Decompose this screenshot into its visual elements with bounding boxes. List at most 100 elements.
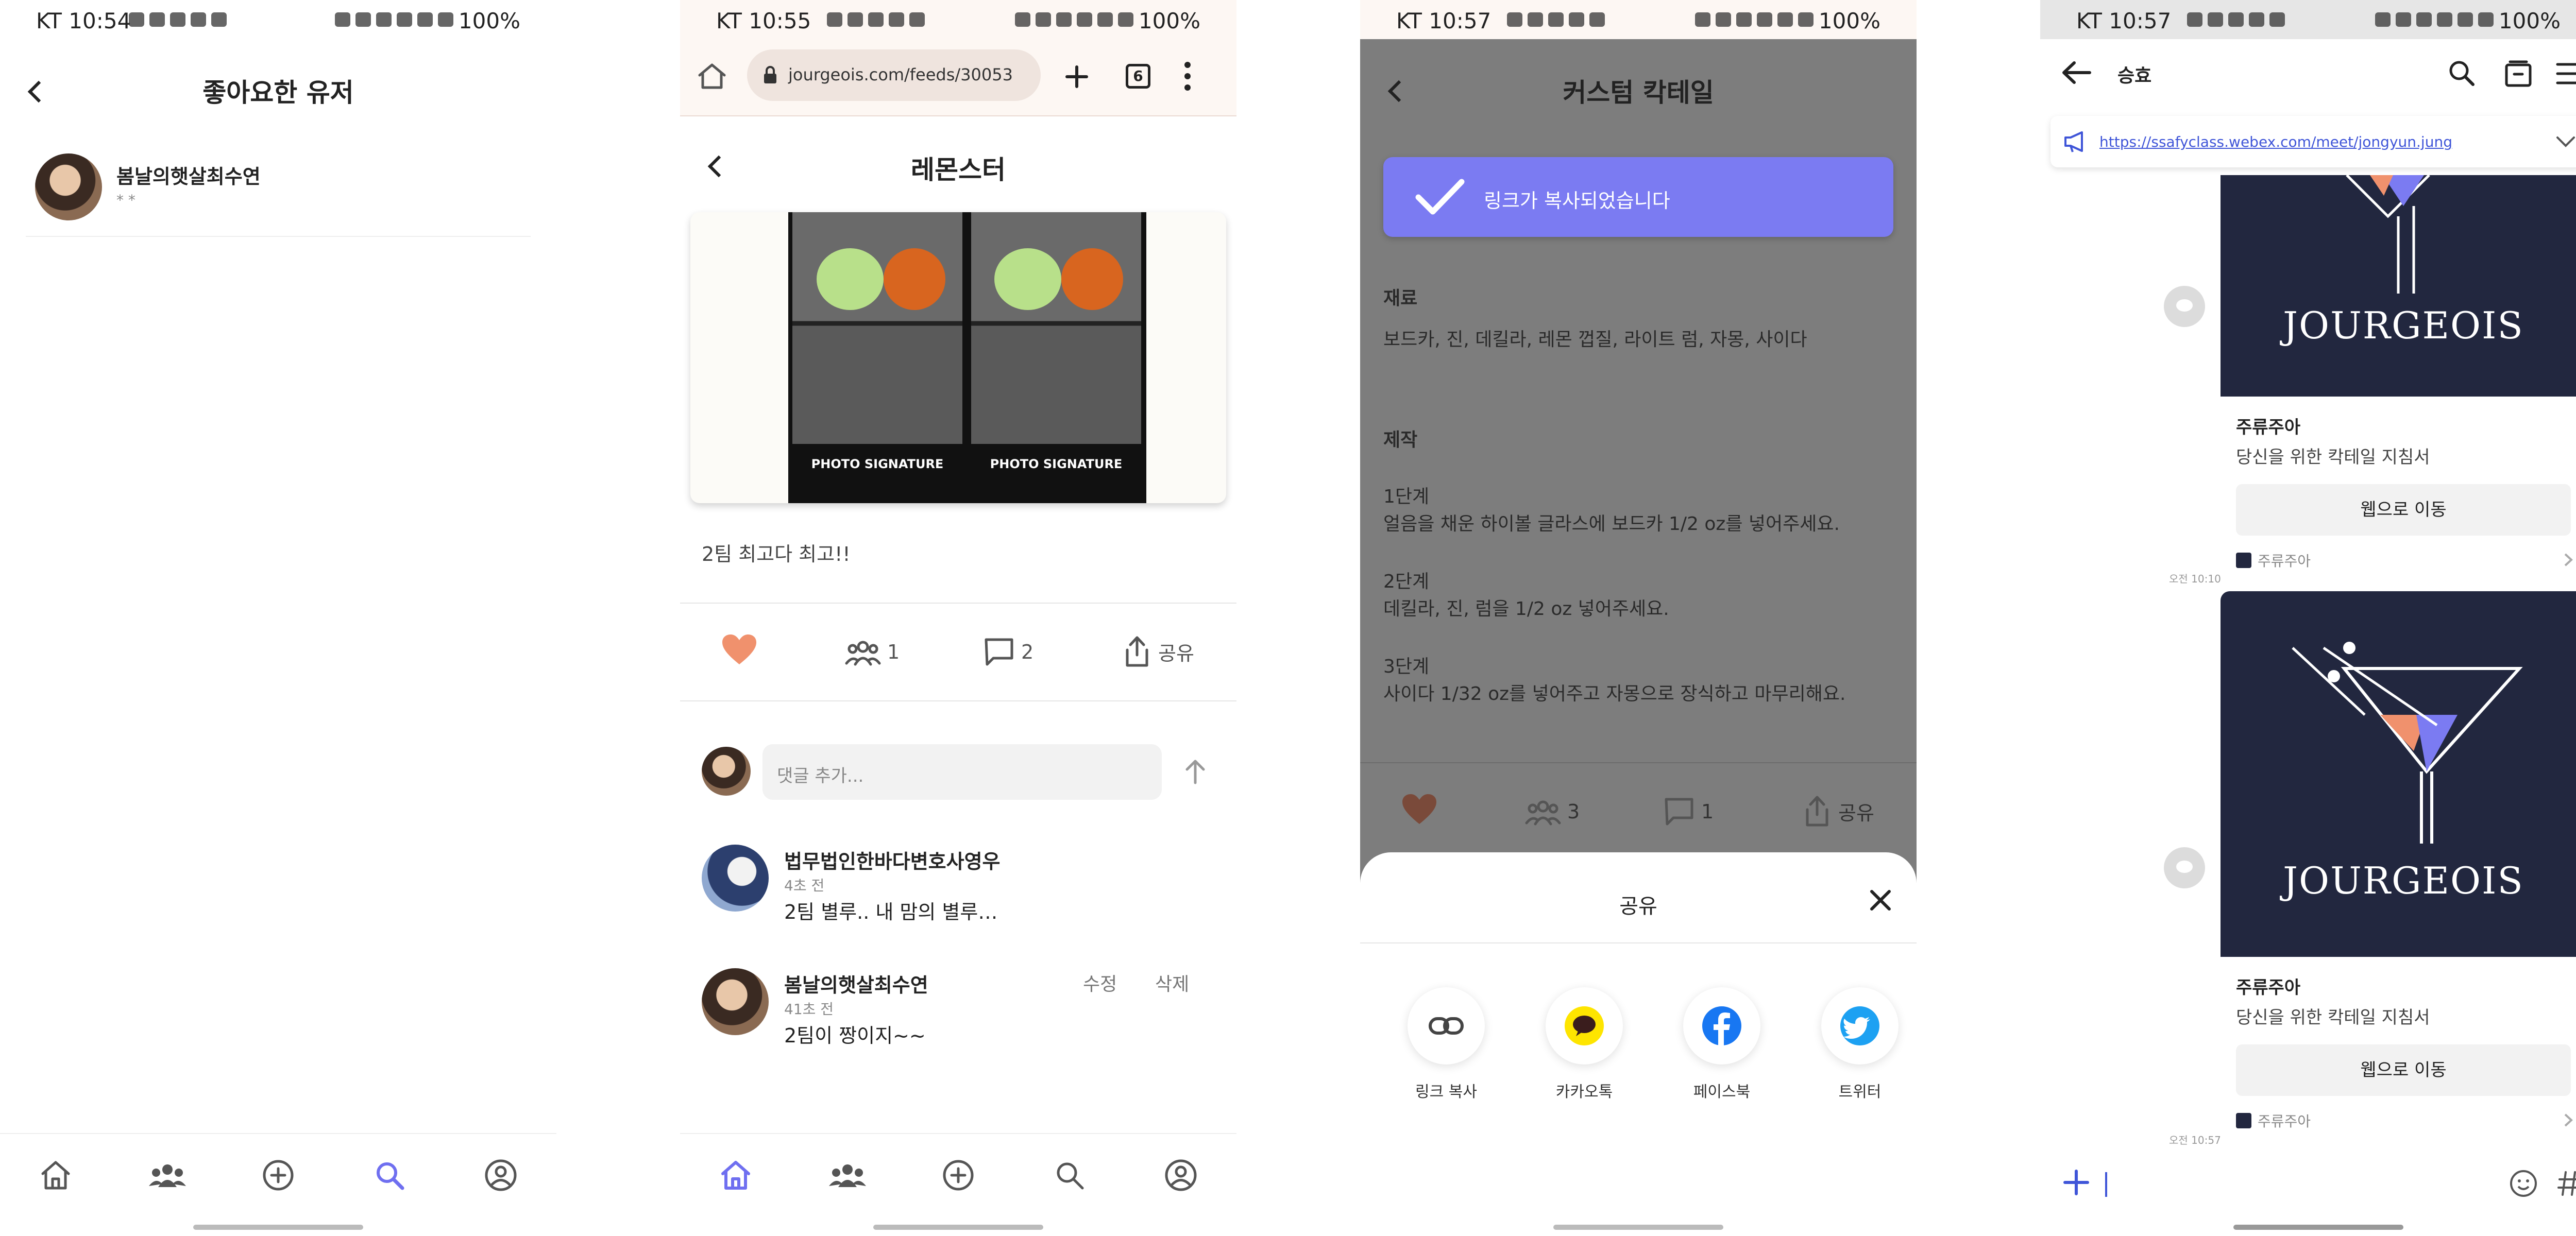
comment-delete-button[interactable]: 삭제 [1155,969,1189,996]
chat-title: 승효 [2117,65,2152,87]
more-menu-icon[interactable] [1182,60,1193,95]
profile-icon[interactable] [480,1155,521,1196]
gesture-bar [1553,1225,1723,1230]
avatar [702,968,769,1035]
cocktail-glass-icon [2346,175,2430,294]
plus-icon[interactable] [258,1155,299,1196]
kakaotalk-share-button[interactable] [1546,987,1623,1065]
list-item[interactable]: 봄날의햇살최수연 * * [26,144,531,237]
comment-time: 4초 전 [784,877,825,894]
user-name: 봄날의햇살최수연 [116,165,261,188]
home-icon[interactable] [715,1155,756,1196]
comment-input-placeholder: 댓글 추가... [777,766,864,786]
hashtag-icon[interactable] [2555,1169,2576,1200]
comments-button[interactable]: 1 [1664,797,1714,826]
share-option-label: 페이스북 [1693,1083,1751,1101]
notice-banner[interactable]: https://ssafyclass.webex.com/meet/jongyu… [2050,116,2576,167]
comment-author: 법무법인한바다변호사영우 [784,850,1001,873]
brand-banner: JOURGEOIS [2221,591,2576,957]
menu-icon[interactable] [2555,62,2576,88]
go-to-web-button[interactable]: 웹으로 이동 [2236,484,2571,536]
page-title: 커스텀 칵테일 [1563,78,1714,108]
status-notification-icons [1507,12,1605,27]
participants-button[interactable]: 1 [845,638,900,666]
search-icon[interactable] [2447,59,2476,90]
back-arrow-icon[interactable] [2061,60,2092,88]
comments-button[interactable]: 2 [984,638,1033,666]
people-icon[interactable] [827,1155,868,1196]
url-bar[interactable]: jourgeois.com/feeds/30053 [747,49,1041,101]
share-sheet-title: 공유 [1619,895,1657,918]
photo-left [792,212,962,444]
text-cursor [2105,1172,2107,1197]
comment-input[interactable]: 댓글 추가... [762,744,1162,800]
battery-level: 100% [1138,8,1200,33]
status-time: KT 10:55 [716,8,811,33]
twitter-icon [1840,1006,1879,1045]
like-button[interactable] [1401,793,1437,827]
gesture-bar [193,1225,363,1230]
search-icon[interactable] [369,1155,410,1196]
source-logo-icon [2236,1113,2251,1128]
avatar [35,153,102,220]
status-system-icons [1015,12,1133,27]
avatar [702,747,751,796]
comment-item: 봄날의햇살최수연 41초 전 2팀이 짱이지~~ 수정 삭제 [702,963,1217,1061]
search-icon[interactable] [1049,1155,1090,1196]
home-icon[interactable] [696,60,728,95]
comment-author: 봄날의햇살최수연 [784,974,928,997]
comment-edit-button[interactable]: 수정 [1083,969,1117,996]
people-icon [845,641,881,666]
screen-chat: KT 10:57 100% 승효 https://ssafyclass.webe… [2040,0,2576,1236]
copy-link-button[interactable] [1408,987,1485,1065]
tab-switcher-button[interactable]: 6 [1126,64,1150,89]
people-icon[interactable] [147,1155,188,1196]
status-bar: KT 10:55 100% [680,0,1236,39]
cocktail-glass-icon [2292,642,2523,844]
facebook-share-button[interactable] [1683,987,1760,1065]
message-time: 오전 10:57 [2169,1134,2221,1146]
card-source[interactable]: 주류주아 [2236,1110,2311,1131]
status-notification-icons [827,12,925,27]
photo-caption-right: PHOTO SIGNATURE [990,457,1123,471]
status-system-icons [335,12,453,27]
step-text: 데킬라, 진, 럼을 1/2 oz 넣어주세요. [1383,598,1669,620]
page-title: 좋아요한 유저 [202,78,354,108]
home-icon[interactable] [35,1155,76,1196]
photo-face-left [817,248,884,310]
steps-title: 제작 [1383,430,1418,451]
new-tab-icon[interactable] [1064,64,1090,92]
card-source[interactable]: 주류주아 [2236,550,2311,571]
sender-avatar[interactable] [2164,286,2205,327]
like-button[interactable] [721,633,757,667]
go-to-web-button[interactable]: 웹으로 이동 [2236,1044,2571,1096]
share-button[interactable]: 공유 [1123,636,1194,667]
status-bar: KT 10:57 100% [1360,0,1917,39]
comments-count: 2 [1021,641,1034,663]
source-logo-icon [2236,553,2251,568]
comment-time: 41초 전 [784,1001,834,1018]
plus-icon[interactable] [938,1155,979,1196]
gesture-bar [2233,1225,2403,1230]
post-image-card: PHOTO SIGNATURE PHOTO SIGNATURE [690,212,1226,503]
drawer-icon[interactable] [2504,60,2533,90]
close-icon[interactable] [1868,887,1893,915]
notice-link[interactable]: https://ssafyclass.webex.com/meet/jongyu… [2099,133,2452,150]
profile-icon[interactable] [1160,1155,1201,1196]
comment-icon [985,638,1013,666]
status-notification-icons [2187,12,2285,27]
kakaotalk-icon [1565,1006,1604,1045]
screen-custom-cocktail: KT 10:57 100% 커스텀 칵테일 링크가 복사되었습니다 재료 보드카… [1360,0,1917,1236]
message-input[interactable] [2102,1169,2463,1200]
send-arrow-icon[interactable] [1182,757,1208,788]
source-name: 주류주아 [2258,553,2311,570]
sender-avatar[interactable] [2164,847,2205,888]
participants-button[interactable]: 3 [1525,797,1580,826]
attach-plus-icon[interactable] [2061,1167,2092,1200]
share-button[interactable]: 공유 [1803,795,1874,827]
chevron-down-icon[interactable] [2555,135,2576,149]
emoji-icon[interactable] [2509,1169,2538,1200]
status-time: KT 10:57 [1396,8,1492,33]
megaphone-icon [2064,131,2083,152]
twitter-share-button[interactable] [1821,987,1899,1065]
